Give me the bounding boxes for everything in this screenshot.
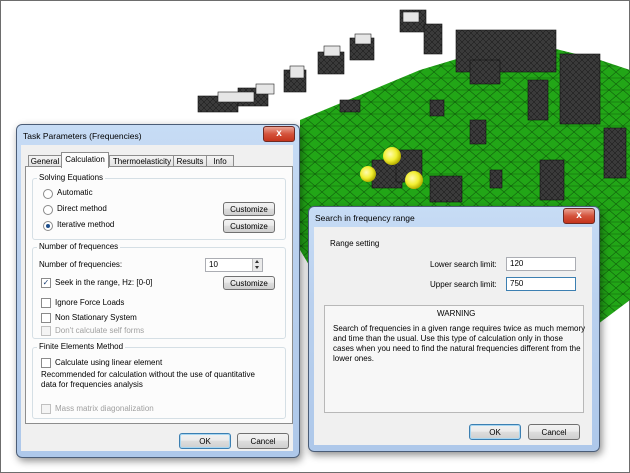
non-stationary-label: Non Stationary System [55,313,137,322]
seek-in-range-checkbox[interactable]: ✓ [41,278,51,288]
close-icon: x [576,210,582,221]
warning-box: WARNING Search of frequencies in a given… [324,305,586,413]
upper-limit-label: Upper search limit: [430,280,497,289]
search-dialog-title: Search in frequency range [315,213,415,223]
cancel-button[interactable]: Cancel [237,433,289,449]
spin-up-icon[interactable] [255,260,259,263]
search-dialog-client: Range setting Lower search limit: 120 Up… [314,227,592,445]
recommend-text-line2: data for frequencies analysis [41,380,143,389]
ok-button[interactable]: OK [179,433,231,449]
warning-line3: cases when you need to find the natural … [333,344,581,353]
search-cancel-button[interactable]: Cancel [528,424,580,440]
upper-limit-value: 750 [510,279,524,288]
iterative-method-label: Iterative method [57,220,115,229]
search-dialog-titlebar[interactable]: Search in frequency range x [309,207,599,229]
warning-line1: Search of frequencies in a given range r… [333,324,586,333]
lower-limit-input[interactable]: 120 [506,257,576,271]
close-icon: x [276,128,282,139]
customize-direct-button[interactable]: Customize [223,202,275,216]
automatic-label: Automatic [57,188,93,197]
tab-strip: General Calculation Thermoelasticity Res… [25,152,295,168]
radio-iterative-method[interactable] [43,221,53,231]
finite-elements-group: Finite Elements Method Calculate using l… [32,342,286,419]
task-dialog-title: Task Parameters (Frequencies) [23,131,142,141]
upper-limit-input[interactable]: 750 [506,277,576,291]
search-close-button[interactable]: x [563,208,595,224]
number-of-frequencies-label: Number of frequencies: [39,260,123,269]
calculation-panel: Solving Equations Automatic Direct metho… [25,166,293,424]
dont-calculate-self-forms-checkbox [41,326,51,336]
task-dialog-titlebar[interactable]: Task Parameters (Frequencies) x [17,125,299,147]
ignore-force-loads-checkbox[interactable] [41,298,51,308]
direct-method-label: Direct method [57,204,107,213]
task-parameters-dialog: Task Parameters (Frequencies) x General … [16,124,300,458]
linear-element-checkbox[interactable] [41,358,51,368]
close-button[interactable]: x [263,126,295,142]
dont-calculate-self-forms-label: Don't calculate self forms [55,326,145,335]
range-setting-title: Range setting [330,239,380,248]
linear-element-label: Calculate using linear element [55,358,163,367]
spinner-arrows[interactable] [252,259,262,271]
search-frequency-dialog: Search in frequency range x Range settin… [308,206,600,452]
seek-in-range-label: Seek in the range, Hz: [0-0] [55,278,153,287]
sphere-c [405,171,423,189]
number-of-frequencies-spinner[interactable]: 10 [205,258,263,272]
sphere-b [360,166,376,182]
search-ok-button[interactable]: OK [469,424,521,440]
number-of-frequences-group: Number of frequences Number of frequenci… [32,242,286,339]
sphere-a [383,147,401,165]
number-of-frequences-title: Number of frequences [37,242,121,251]
mass-matrix-checkbox [41,404,51,414]
solving-equations-group: Solving Equations Automatic Direct metho… [32,173,286,240]
radio-direct-method[interactable] [43,205,53,215]
non-stationary-checkbox[interactable] [41,313,51,323]
radio-automatic[interactable] [43,189,53,199]
warning-line4: lower ones. [333,354,374,363]
tab-calculation[interactable]: Calculation [61,152,109,168]
ignore-force-loads-label: Ignore Force Loads [55,298,125,307]
finite-elements-title: Finite Elements Method [37,342,126,351]
warning-title: WARNING [437,309,476,318]
customize-range-button[interactable]: Customize [223,276,275,290]
lower-limit-value: 120 [510,259,524,268]
spin-down-icon[interactable] [255,266,259,269]
warning-line2: and time than the usual. Use this type o… [333,334,563,343]
number-of-frequencies-value: 10 [209,260,218,269]
recommend-text-line1: Recommended for calculation without the … [41,370,255,379]
mass-matrix-label: Mass matrix diagonalization [55,404,154,413]
customize-iterative-button[interactable]: Customize [223,219,275,233]
solving-equations-title: Solving Equations [37,173,106,182]
lower-limit-label: Lower search limit: [430,260,497,269]
